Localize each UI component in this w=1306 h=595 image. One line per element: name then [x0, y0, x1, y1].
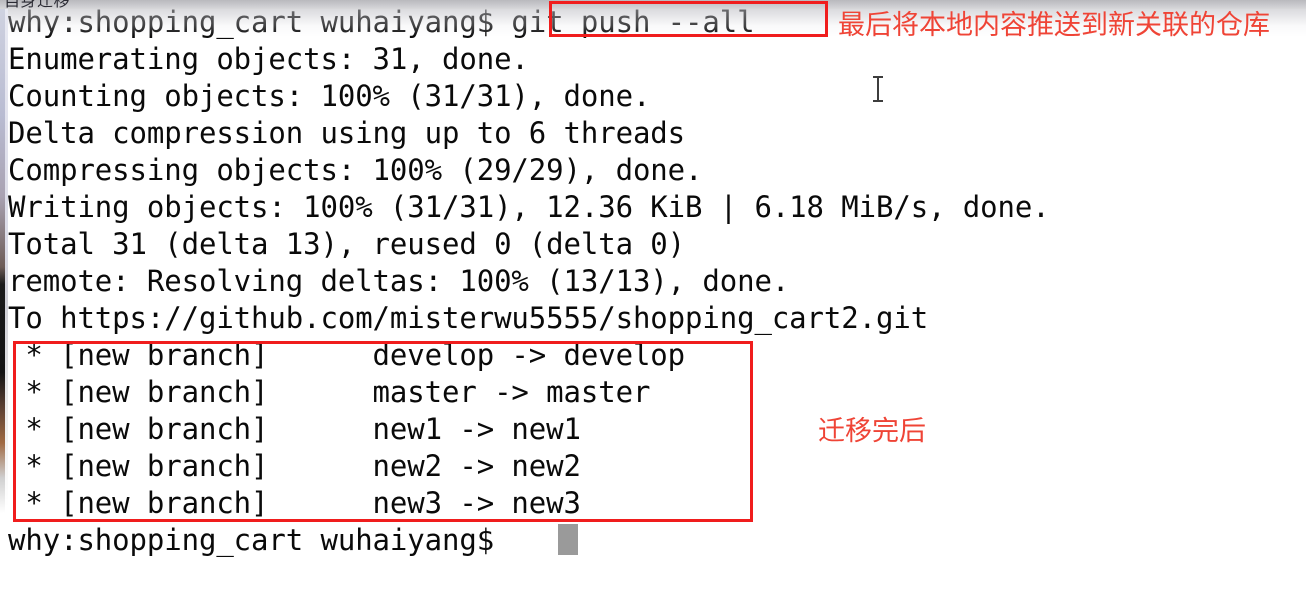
text-cursor-bottom-bar — [873, 100, 883, 102]
terminal-cursor — [558, 524, 578, 555]
text-cursor-icon — [871, 76, 885, 102]
terminal-line-branch-new1: * [new branch] new1 -> new1 — [8, 412, 581, 446]
terminal-window: why:shopping_cart wuhaiyang$ git push --… — [0, 0, 1306, 595]
annotation-push-note: 最后将本地内容推送到新关联的仓库 — [838, 10, 1270, 41]
terminal-line-branch-new3: * [new branch] new3 -> new3 — [8, 486, 581, 520]
text-cursor-stem — [877, 78, 879, 100]
terminal-line-counting: Counting objects: 100% (31/31), done. — [8, 79, 651, 113]
terminal-line-resolving: remote: Resolving deltas: 100% (13/13), … — [8, 264, 790, 298]
terminal-line-final-prompt: why:shopping_cart wuhaiyang$ — [8, 523, 512, 557]
terminal-line-enumerating: Enumerating objects: 31, done. — [8, 42, 529, 76]
terminal-line-prompt-command: why:shopping_cart wuhaiyang$ git push --… — [8, 5, 755, 39]
annotation-migration-note: 迁移完后 — [818, 416, 926, 447]
cut-off-top-bar-text: 自身迁移 — [4, 0, 70, 9]
terminal-line-to-remote: To https://github.com/misterwu5555/shopp… — [8, 301, 929, 335]
terminal-line-total: Total 31 (delta 13), reused 0 (delta 0) — [8, 227, 686, 261]
window-left-inner-strip — [5, 9, 8, 595]
terminal-line-branch-master: * [new branch] master -> master — [8, 375, 651, 409]
terminal-line-branch-new2: * [new branch] new2 -> new2 — [8, 449, 581, 483]
terminal-line-branch-develop: * [new branch] develop -> develop — [8, 338, 686, 372]
terminal-output-area[interactable]: why:shopping_cart wuhaiyang$ git push --… — [8, 0, 1306, 595]
terminal-line-compressing: Compressing objects: 100% (29/29), done. — [8, 153, 703, 187]
terminal-line-delta-compression: Delta compression using up to 6 threads — [8, 116, 686, 150]
terminal-line-writing: Writing objects: 100% (31/31), 12.36 KiB… — [8, 190, 1050, 224]
